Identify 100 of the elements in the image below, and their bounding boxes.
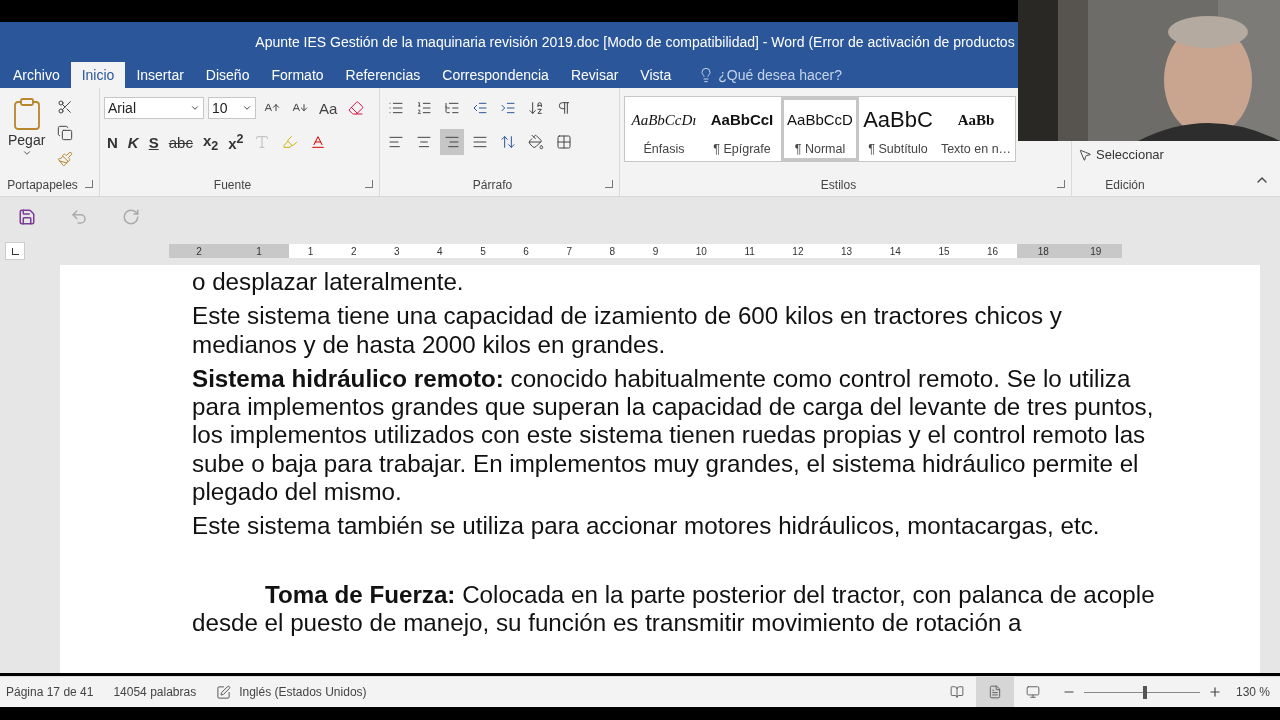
zoom-reading: 130 % [1235, 685, 1270, 699]
paragraph: Sistema hidráulico remoto: conocido habitualmente como control remoto. Se lo utiliza para implementos grandes que superan la capacidad de carga del levante de tres puntos, los implementos utilizados con este sistema tienen ruedas propias y el control remoto las sube o baja para trabajar. En implementos muy grandes, el sistema hidráulico permite el plegado del mismo. [192, 364, 1155, 507]
ruler-number: 19 [1090, 245, 1102, 257]
change-case-button[interactable]: Aa [316, 95, 341, 121]
page-icon [987, 685, 1002, 699]
sort-icon [528, 100, 544, 116]
group-label: Párrafo [471, 177, 514, 194]
style-label: ¶ Epígrafe [713, 142, 771, 157]
ruler-number: 9 [652, 245, 659, 257]
font-size-field[interactable]: 10 [208, 97, 256, 119]
ruler-number: 3 [394, 245, 400, 257]
dialog-launcher-icon[interactable] [605, 180, 613, 188]
group-label: Portapapeles [6, 177, 79, 194]
pointer-icon [1078, 147, 1092, 162]
language-label[interactable]: Inglés (Estados Unidos) [239, 685, 367, 699]
ribbon-tab[interactable]: Referencias [334, 62, 432, 88]
pilcrow-icon [556, 100, 572, 116]
caret-icon [21, 148, 32, 158]
ruler-number: 14 [889, 245, 901, 257]
book-icon [949, 685, 964, 699]
zoom-thumb[interactable] [1143, 685, 1148, 699]
align-icon [416, 134, 432, 150]
ribbon-tab[interactable]: Vista [629, 62, 683, 88]
style-sample: AaBbC [863, 106, 933, 134]
style-item[interactable]: AaBbCcD ¶ Normal [781, 97, 859, 161]
ruler-number: 11 [744, 245, 755, 257]
zoom-in-icon[interactable] [1207, 685, 1222, 699]
ribbon-tab[interactable]: Revisar [559, 62, 630, 88]
align-icon [472, 134, 488, 150]
highlighter-icon [282, 134, 299, 150]
tell-me-placeholder: ¿Qué desea hacer? [718, 67, 842, 83]
align-icon [444, 134, 460, 150]
align-button[interactable] [440, 129, 464, 155]
ruler-number: 13 [841, 245, 853, 257]
select-button[interactable]: Seleccionar [1076, 146, 1166, 163]
group-label: Estilos [819, 177, 858, 194]
paste-button[interactable]: Pegar [4, 94, 50, 176]
format-button[interactable]: x$_{2}$ [199, 129, 222, 155]
proofing-icon[interactable] [216, 684, 232, 700]
tab-selector[interactable] [5, 242, 25, 260]
window-title: Apunte IES Gestión de la maquinaria revisión 2019.doc [Modo de compatibilidad] - Word (Error de activación de productos [255, 34, 1015, 50]
ruler-number: 2 [350, 245, 357, 257]
ruler-number: 5 [480, 245, 486, 257]
style-label: ¶ Subtítulo [868, 142, 928, 157]
paragraph: Este sistema también se utiliza para accionar motores hidráulicos, montacargas, etc. [192, 512, 1101, 541]
style-label: ¶ Normal [794, 142, 846, 157]
ribbon-tab[interactable]: Diseño [194, 62, 261, 88]
paragraph: Este sistema tiene una capacidad de izamiento de 600 kilos en tractores chicos y medianos y de hasta 2000 kilos en grandes. [192, 302, 1063, 359]
bullet-list-icon [388, 100, 404, 116]
font-name-field[interactable]: Arial [104, 97, 204, 119]
ruler-number: 2 [196, 245, 202, 257]
numbered-list-icon [416, 100, 432, 116]
ribbon-tab[interactable]: Insertar [125, 62, 195, 88]
font-color-icon [310, 134, 327, 150]
ruler-number: 1 [256, 245, 262, 257]
paintbrush-icon [57, 151, 74, 167]
format-button[interactable]: x$^{2}$ [225, 129, 247, 155]
style-label: Énfasis [643, 142, 685, 157]
align-icon [388, 134, 404, 150]
style-sample: AaBb [957, 111, 995, 130]
tell-me-field[interactable]: ¿Qué desea hacer? [698, 62, 842, 88]
style-sample: AaBbCcDı [631, 111, 697, 130]
dialog-launcher-icon[interactable] [85, 180, 93, 188]
format-button[interactable]: K [124, 129, 142, 155]
decrease-indent-icon [472, 100, 488, 116]
ribbon-tab[interactable]: Inicio [70, 62, 126, 88]
dialog-launcher-icon[interactable] [365, 180, 373, 188]
ruler-number: 6 [523, 245, 529, 257]
ribbon-tab[interactable]: Correspondencia [431, 62, 560, 88]
scissors-icon [57, 99, 74, 115]
style-sample: AaBbCcI [710, 110, 774, 130]
word-count[interactable]: 14054 palabras [113, 685, 197, 699]
text-effects-icon [254, 134, 271, 150]
save-icon[interactable] [18, 208, 36, 226]
format-button[interactable]: S [145, 129, 162, 155]
ribbon-tab[interactable]: Formato [260, 62, 335, 88]
multilevel-list-icon [444, 100, 460, 116]
paint-bucket-icon [528, 134, 544, 150]
dialog-launcher-icon[interactable] [1057, 180, 1065, 188]
caret-icon [190, 103, 200, 113]
ruler-number: 1 [307, 245, 314, 257]
group-label: Fuente [212, 177, 253, 194]
style-label: Texto en n… [940, 142, 1012, 157]
group-label: Edición [1104, 177, 1146, 194]
copy-icon [57, 125, 74, 141]
format-button[interactable]: abc [165, 129, 196, 155]
ruler-number: 7 [566, 245, 572, 257]
paragraph: Toma de Fuerza: Colocada en la parte posterior del tractor, con palanca de acople desde el puesto de manejo, su función es transmitir movimiento de rotación a [192, 580, 1156, 638]
ruler-number: 8 [609, 245, 616, 257]
ruler-number: 15 [938, 245, 950, 257]
monitor-icon [1025, 685, 1040, 699]
ribbon-tab[interactable]: Archivo [2, 62, 71, 88]
view-button[interactable] [975, 677, 1014, 707]
format-button[interactable]: N [104, 129, 121, 155]
page-count[interactable]: Página 17 de 41 [6, 685, 94, 699]
borders-icon [556, 134, 572, 150]
ruler-number: 4 [437, 245, 443, 257]
caret-icon [242, 103, 252, 113]
ruler-number: 12 [792, 245, 804, 257]
eraser-icon [348, 100, 365, 116]
